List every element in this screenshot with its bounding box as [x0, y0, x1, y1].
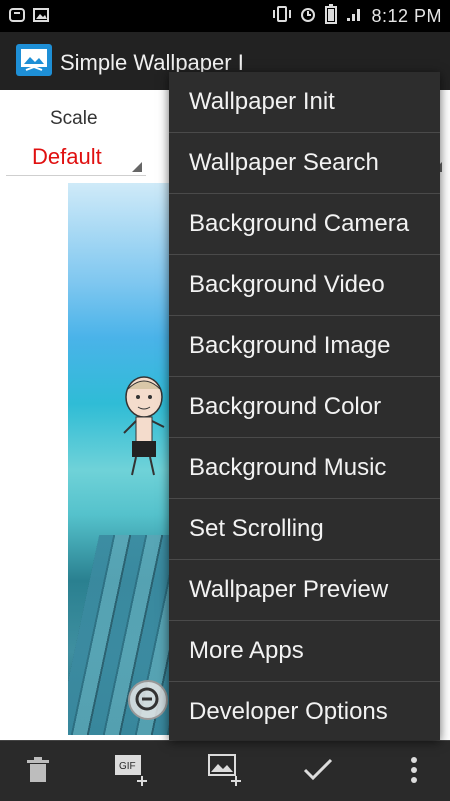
menu-item-background-color[interactable]: Background Color — [169, 377, 440, 438]
menu-item-wallpaper-search[interactable]: Wallpaper Search — [169, 133, 440, 194]
trash-icon[interactable] — [20, 752, 56, 788]
menu-item-background-video[interactable]: Background Video — [169, 255, 440, 316]
overflow-menu-icon[interactable] — [396, 752, 432, 788]
add-gif-icon[interactable]: GIF — [112, 752, 148, 788]
menu-item-background-camera[interactable]: Background Camera — [169, 194, 440, 255]
vibrate-icon — [273, 5, 292, 28]
overflow-menu: Wallpaper Init Wallpaper Search Backgrou… — [169, 72, 440, 740]
scale-spinner[interactable]: Default — [32, 144, 102, 170]
menu-item-background-music[interactable]: Background Music — [169, 438, 440, 499]
battery-icon — [325, 4, 338, 29]
menu-item-developer-options[interactable]: Developer Options — [169, 682, 440, 742]
wallpaper-app-icon[interactable] — [16, 44, 52, 76]
menu-item-wallpaper-init[interactable]: Wallpaper Init — [169, 72, 440, 133]
cartoon-figure — [120, 375, 166, 480]
menu-item-more-apps[interactable]: More Apps — [169, 621, 440, 682]
spinner-divider — [6, 175, 146, 176]
zoom-out-button[interactable] — [128, 680, 168, 720]
gif-badge: GIF — [119, 761, 136, 772]
status-time: 8:12 PM — [371, 6, 442, 26]
notification-icon — [8, 6, 26, 29]
spinner-arrow-icon — [132, 162, 142, 172]
check-icon[interactable] — [300, 752, 336, 788]
status-bar: 8:12 PM — [0, 0, 450, 32]
image-icon — [32, 6, 50, 29]
alarm-icon — [299, 5, 317, 28]
menu-item-wallpaper-preview[interactable]: Wallpaper Preview — [169, 560, 440, 621]
add-image-icon[interactable] — [206, 752, 242, 788]
menu-item-background-image[interactable]: Background Image — [169, 316, 440, 377]
signal-icon — [345, 5, 363, 28]
menu-item-set-scrolling[interactable]: Set Scrolling — [169, 499, 440, 560]
scale-label: Scale — [50, 108, 98, 129]
